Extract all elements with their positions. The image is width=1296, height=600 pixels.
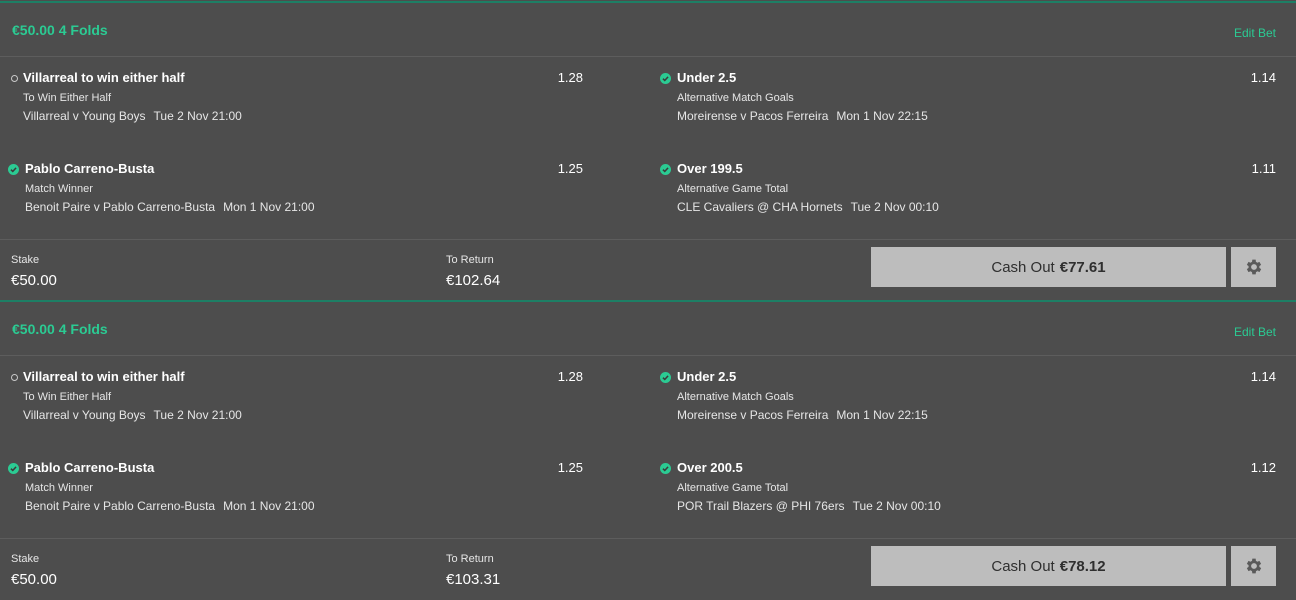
check-circle-icon <box>8 463 19 474</box>
selection-event: Benoit Paire v Pablo Carreno-Busta Mon 1 … <box>25 499 315 513</box>
bet-title: €50.00 4 Folds <box>12 22 108 38</box>
bet-card: €50.00 4 Folds Edit Bet Villarreal to wi… <box>0 1 1296 300</box>
selection-market: Alternative Game Total <box>677 183 789 195</box>
selection-event: POR Trail Blazers @ PHI 76ers Tue 2 Nov 0… <box>677 499 941 513</box>
cash-out-settings-button[interactable] <box>1231 247 1276 287</box>
bet-header: €50.00 4 Folds Edit Bet <box>0 3 1296 57</box>
cash-out-settings-button[interactable] <box>1231 546 1276 586</box>
check-circle-icon <box>8 164 19 175</box>
selection: Villarreal to win either half 1.28 To Wi… <box>10 70 630 140</box>
selection: Under 2.5 1.14 Alternative Match Goals M… <box>660 70 1280 140</box>
bet-header: €50.00 4 Folds Edit Bet <box>0 302 1296 356</box>
selection-name: Pablo Carreno-Busta <box>25 460 155 475</box>
pending-status-icon <box>11 374 18 381</box>
event-time: Tue 2 Nov 00:10 <box>852 499 941 513</box>
event-name: Villarreal v Young Boys <box>23 109 146 123</box>
event-time: Mon 1 Nov 22:15 <box>836 408 928 422</box>
event-name: Villarreal v Young Boys <box>23 408 146 422</box>
event-time: Tue 2 Nov 00:10 <box>850 200 939 214</box>
selection: Villarreal to win either half 1.28 To Wi… <box>10 369 630 439</box>
to-return-value: €103.31 <box>446 571 501 588</box>
to-return-label: To Return <box>446 553 494 565</box>
bet-title: €50.00 4 Folds <box>12 321 108 337</box>
event-time: Mon 1 Nov 22:15 <box>836 109 928 123</box>
event-name: Benoit Paire v Pablo Carreno-Busta <box>25 200 216 214</box>
event-time: Mon 1 Nov 21:00 <box>223 200 315 214</box>
check-circle-icon <box>660 164 671 175</box>
to-return-value: €102.64 <box>446 272 501 289</box>
selection-market: Alternative Match Goals <box>677 92 794 104</box>
edit-bet-link[interactable]: Edit Bet <box>1234 26 1276 40</box>
event-name: CLE Cavaliers @ CHA Hornets <box>677 200 843 214</box>
selection-odds: 1.11 <box>1251 161 1276 176</box>
selection-name: Villarreal to win either half <box>23 70 185 85</box>
gear-icon <box>1246 558 1261 574</box>
selection-name: Over 199.5 <box>677 161 743 176</box>
pending-status-icon <box>11 75 18 82</box>
selection-odds: 1.14 <box>1250 369 1276 384</box>
selection-odds: 1.28 <box>557 70 583 85</box>
stake-value: €50.00 <box>11 571 57 588</box>
event-time: Mon 1 Nov 21:00 <box>223 499 315 513</box>
selection: Over 199.5 1.11 Alternative Game Total C… <box>660 161 1280 231</box>
event-name: Moreirense v Pacos Ferreira <box>677 408 829 422</box>
selection-event: Moreirense v Pacos Ferreira Mon 1 Nov 22:… <box>677 109 928 123</box>
check-circle-icon <box>660 372 671 383</box>
selection-name: Under 2.5 <box>677 70 737 85</box>
check-circle-icon <box>660 463 671 474</box>
check-circle-icon <box>660 73 671 84</box>
selection-market: To Win Either Half <box>23 92 112 104</box>
event-name: Moreirense v Pacos Ferreira <box>677 109 829 123</box>
selection-name: Villarreal to win either half <box>23 369 185 384</box>
selection-odds: 1.25 <box>557 460 583 475</box>
selection-market: Match Winner <box>25 183 93 195</box>
cash-out-amount: €77.61 <box>1059 258 1106 276</box>
stake-label: Stake <box>11 254 40 266</box>
event-time: Tue 2 Nov 21:00 <box>153 109 242 123</box>
event-name: POR Trail Blazers @ PHI 76ers <box>677 499 845 513</box>
edit-bet-link[interactable]: Edit Bet <box>1234 325 1276 339</box>
stake-label: Stake <box>11 553 40 565</box>
selection-market: Match Winner <box>25 482 93 494</box>
selection-event: Villarreal v Young Boys Tue 2 Nov 21:00 <box>23 408 242 422</box>
event-time: Tue 2 Nov 21:00 <box>153 408 242 422</box>
bet-footer: Stake €50.00 To Return €102.64 Cash Out … <box>0 239 1296 301</box>
selection: Pablo Carreno-Busta 1.25 Match Winner Be… <box>8 460 628 530</box>
selection-odds: 1.12 <box>1250 460 1276 475</box>
bet-card: €50.00 4 Folds Edit Bet Villarreal to wi… <box>0 300 1296 599</box>
selection-market: To Win Either Half <box>23 391 112 403</box>
selection-market: Alternative Match Goals <box>677 391 794 403</box>
selection-name: Under 2.5 <box>677 369 737 384</box>
cash-out-label: Cash Out <box>991 258 1055 276</box>
to-return-label: To Return <box>446 254 494 266</box>
cash-out-button[interactable]: Cash Out €78.12 <box>871 546 1226 586</box>
selection: Under 2.5 1.14 Alternative Match Goals M… <box>660 369 1280 439</box>
selection-market: Alternative Game Total <box>677 482 789 494</box>
cash-out-button[interactable]: Cash Out €77.61 <box>871 247 1226 287</box>
selection-event: CLE Cavaliers @ CHA Hornets Tue 2 Nov 00:… <box>677 200 939 214</box>
selection-name: Pablo Carreno-Busta <box>25 161 155 176</box>
selection-odds: 1.28 <box>557 369 583 384</box>
selection: Pablo Carreno-Busta 1.25 Match Winner Be… <box>8 161 628 231</box>
selection-odds: 1.25 <box>557 161 583 176</box>
cash-out-label: Cash Out <box>991 557 1055 575</box>
selection-event: Villarreal v Young Boys Tue 2 Nov 21:00 <box>23 109 242 123</box>
bet-footer: Stake €50.00 To Return €103.31 Cash Out … <box>0 538 1296 600</box>
selection: Over 200.5 1.12 Alternative Game Total P… <box>660 460 1280 530</box>
cash-out-amount: €78.12 <box>1059 557 1106 575</box>
selection-event: Moreirense v Pacos Ferreira Mon 1 Nov 22:… <box>677 408 928 422</box>
gear-icon <box>1246 259 1261 275</box>
selection-odds: 1.14 <box>1250 70 1276 85</box>
stake-value: €50.00 <box>11 272 57 289</box>
selection-name: Over 200.5 <box>677 460 743 475</box>
event-name: Benoit Paire v Pablo Carreno-Busta <box>25 499 216 513</box>
selection-event: Benoit Paire v Pablo Carreno-Busta Mon 1 … <box>25 200 315 214</box>
